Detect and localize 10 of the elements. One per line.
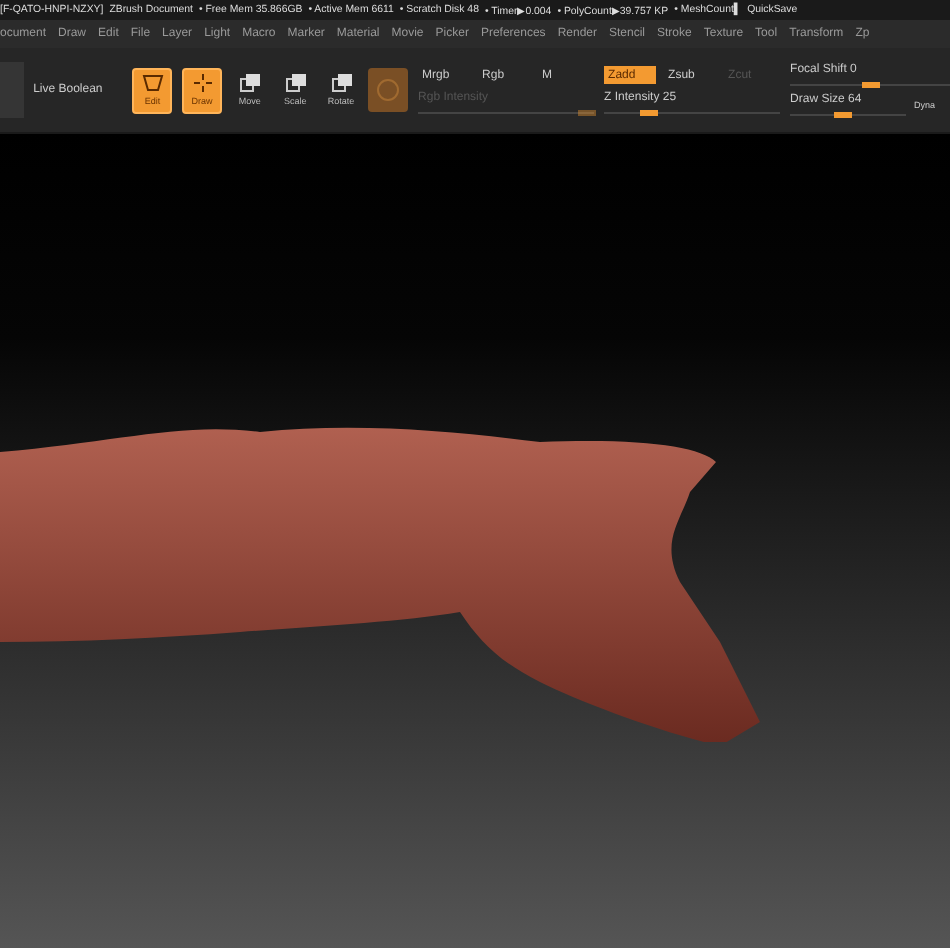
color-swatch[interactable] (368, 68, 409, 112)
tool-square-icon (285, 74, 306, 92)
slider-thumb[interactable] (834, 112, 853, 118)
circle-icon (376, 78, 401, 102)
slider-thumb[interactable] (640, 110, 659, 116)
edit-tool-icon (141, 74, 164, 92)
crosshair-icon (193, 74, 212, 92)
tool-square-icon (331, 74, 351, 92)
tool-square-icon (239, 74, 260, 92)
slider-thumb[interactable] (862, 82, 881, 88)
